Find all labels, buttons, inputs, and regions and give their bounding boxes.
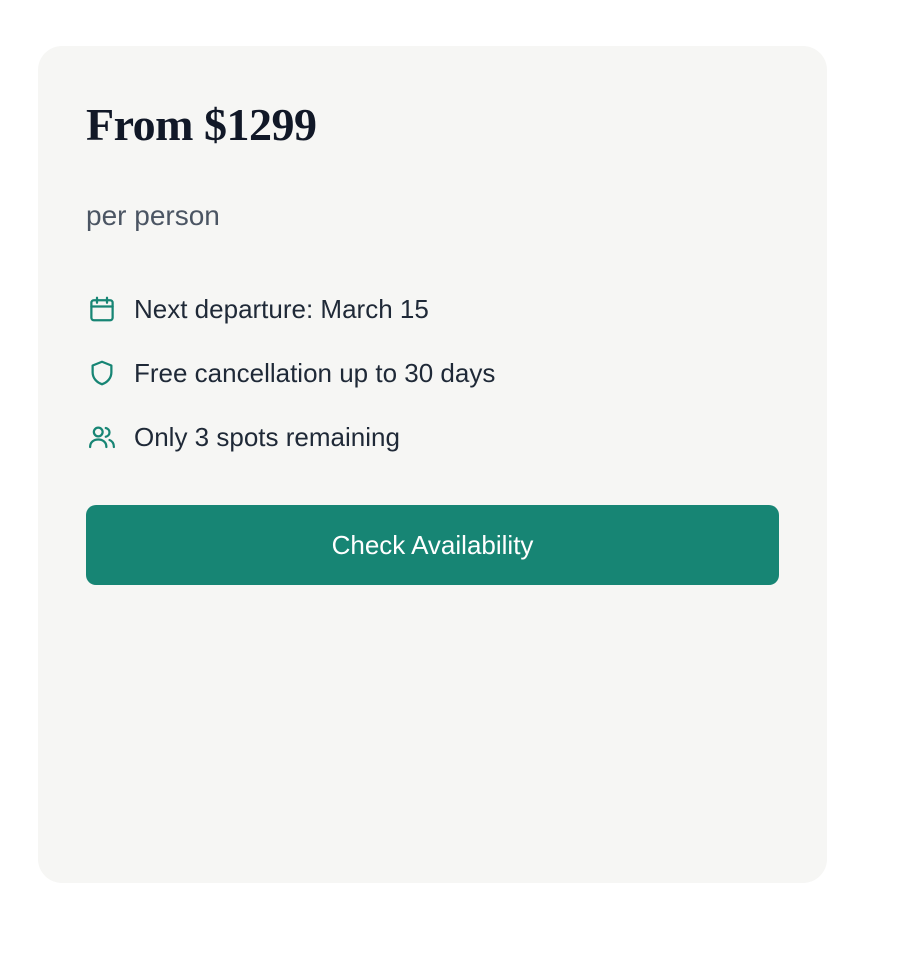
check-availability-button[interactable]: Check Availability	[86, 505, 779, 585]
feature-text-departure: Next departure: March 15	[134, 294, 429, 324]
feature-item-departure: Next departure: March 15	[86, 289, 495, 329]
booking-card: From $1299 per person Next departure: Ma…	[38, 46, 827, 883]
feature-item-spots: Only 3 spots remaining	[86, 417, 495, 457]
shield-icon	[86, 357, 118, 389]
calendar-icon	[86, 293, 118, 325]
feature-list: Next departure: March 15 Free cancellati…	[86, 289, 495, 481]
feature-text-cancellation: Free cancellation up to 30 days	[134, 358, 496, 388]
feature-text-spots: Only 3 spots remaining	[134, 422, 400, 452]
feature-item-cancellation: Free cancellation up to 30 days	[86, 353, 495, 393]
users-icon	[86, 421, 118, 453]
price-unit-label: per person	[86, 200, 220, 231]
price-heading: From $1299	[86, 99, 317, 150]
